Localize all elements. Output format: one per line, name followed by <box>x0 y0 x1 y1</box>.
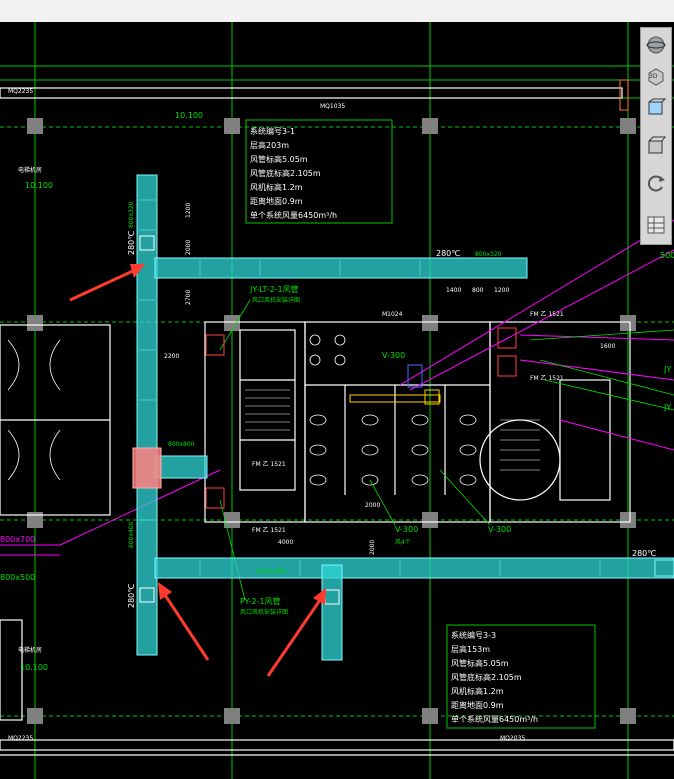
svg-text:10.100: 10.100 <box>25 181 53 190</box>
svg-text:FM 乙 1521: FM 乙 1521 <box>252 461 286 468</box>
annotation-text-top: 系统编号3-1 层高203m 风管标高5.05m 风管底标高2.105m 风机标… <box>250 126 337 220</box>
svg-text:280℃: 280℃ <box>436 249 460 258</box>
equipment-boxes[interactable] <box>205 327 517 509</box>
svg-text:MQ2235: MQ2235 <box>8 88 33 95</box>
svg-text:2000: 2000 <box>369 540 376 555</box>
svg-text:1250x400: 1250x400 <box>255 568 285 575</box>
riser-marker <box>619 79 629 111</box>
svg-text:4000: 4000 <box>278 539 293 546</box>
svg-text:2000: 2000 <box>365 502 380 509</box>
svg-text:V-300: V-300 <box>488 525 511 534</box>
svg-text:FM 乙 1521: FM 乙 1521 <box>530 311 564 318</box>
svg-text:单个系统风量6450m³/h: 单个系统风量6450m³/h <box>451 714 538 724</box>
svg-text:2000: 2000 <box>185 240 192 255</box>
view-navigation-bar[interactable]: 3D <box>640 27 672 245</box>
svg-text:风管底标高2.105m: 风管底标高2.105m <box>451 672 522 682</box>
cad-drawing[interactable]: 系统编号3-1 层高203m 风管标高5.05m 风管底标高2.105m 风机标… <box>0 22 674 779</box>
svg-text:2200: 2200 <box>164 353 179 360</box>
svg-text:层高203m: 层高203m <box>250 140 289 150</box>
duct-fitting-transition[interactable] <box>132 447 162 489</box>
svg-text:1200: 1200 <box>185 203 192 218</box>
svg-text:JY: JY <box>663 365 671 374</box>
svg-text:风管标高5.05m: 风管标高5.05m <box>250 154 308 164</box>
svg-text:MQ2035: MQ2035 <box>500 735 525 742</box>
svg-text:系统编号3-1: 系统编号3-1 <box>250 126 295 136</box>
svg-text:800x320: 800x320 <box>128 201 135 228</box>
duct-branch-middle[interactable] <box>154 455 208 479</box>
svg-text:800x700: 800x700 <box>0 535 35 544</box>
svg-text:800x800: 800x800 <box>168 441 195 448</box>
svg-text:280℃: 280℃ <box>127 231 136 255</box>
svg-text:风管标高5.05m: 风管标高5.05m <box>451 658 509 668</box>
svg-text:10.100: 10.100 <box>20 663 48 672</box>
svg-text:280℃: 280℃ <box>127 584 136 608</box>
svg-text:M1024: M1024 <box>382 311 403 318</box>
duct-horizontal-bottom[interactable] <box>154 557 674 579</box>
svg-text:V-300: V-300 <box>395 525 418 534</box>
svg-text:800x400: 800x400 <box>128 521 135 548</box>
vent-box-4[interactable] <box>497 355 517 377</box>
svg-text:层高153m: 层高153m <box>451 644 490 654</box>
svg-text:风机标高1.2m: 风机标高1.2m <box>451 686 504 696</box>
svg-text:800x320: 800x320 <box>475 251 502 258</box>
svg-text:FM 乙 1521: FM 乙 1521 <box>530 375 564 382</box>
svg-text:PY-2-1风管: PY-2-1风管 <box>240 596 281 606</box>
svg-text:距离地面0.9m: 距离地面0.9m <box>451 700 504 710</box>
duct-horizontal-top[interactable] <box>154 257 528 279</box>
cad-drawing-canvas[interactable]: 系统编号3-1 层高203m 风管标高5.05m 风管底标高2.105m 风机标… <box>0 22 674 779</box>
grid-lines <box>0 22 674 779</box>
svg-text:距离地面0.9m: 距离地面0.9m <box>250 196 303 206</box>
svg-text:500: 500 <box>660 251 674 260</box>
svg-text:系统编号3-3: 系统编号3-3 <box>451 630 496 640</box>
box-top-icon[interactable] <box>643 132 669 158</box>
globe-icon[interactable] <box>643 32 669 58</box>
svg-text:风机标高1.2m: 风机标高1.2m <box>250 182 303 192</box>
svg-text:1400: 1400 <box>446 287 461 294</box>
svg-text:MQ1035: MQ1035 <box>320 103 345 110</box>
svg-text:800: 800 <box>472 287 484 294</box>
svg-text:风4个: 风4个 <box>395 539 411 546</box>
svg-text:800x500: 800x500 <box>0 573 35 582</box>
window-top-strip <box>0 0 674 23</box>
orbit-icon[interactable] <box>643 170 669 196</box>
svg-text:10.100: 10.100 <box>175 111 203 120</box>
svg-text:风管底标高2.105m: 风管底标高2.105m <box>250 168 321 178</box>
svg-text:2700: 2700 <box>185 290 192 305</box>
ducts[interactable] <box>132 174 674 661</box>
svg-text:FM 乙 1521: FM 乙 1521 <box>252 527 286 534</box>
svg-text:V-300: V-300 <box>382 351 405 360</box>
svg-text:电梯机房: 电梯机房 <box>18 166 42 174</box>
svg-text:280℃: 280℃ <box>632 549 656 558</box>
vent-box-1[interactable] <box>205 334 225 356</box>
duct-vertical-right[interactable] <box>321 564 343 661</box>
svg-text:单个系统风量6450m³/h: 单个系统风量6450m³/h <box>250 210 337 220</box>
box-front-icon[interactable] <box>643 94 669 120</box>
svg-text:风口风机安装详图: 风口风机安装详图 <box>240 608 288 616</box>
svg-text:电梯机房: 电梯机房 <box>18 646 42 654</box>
svg-text:1200: 1200 <box>494 287 509 294</box>
view-3d-label: 3D <box>649 73 658 80</box>
annotation-text-bottom: 系统编号3-3 层高153m 风管标高5.05m 风管底标高2.105m 风机标… <box>451 630 538 724</box>
svg-text:MQ2235: MQ2235 <box>8 735 33 742</box>
toilet-fixtures <box>7 334 477 486</box>
grid-view-icon[interactable] <box>643 212 669 238</box>
svg-text:1600: 1600 <box>600 343 615 350</box>
svg-text:风口风机安装详图: 风口风机安装详图 <box>252 296 300 304</box>
svg-text:JY-LT-2-1风管: JY-LT-2-1风管 <box>249 284 299 294</box>
svg-text:JY: JY <box>663 403 671 412</box>
